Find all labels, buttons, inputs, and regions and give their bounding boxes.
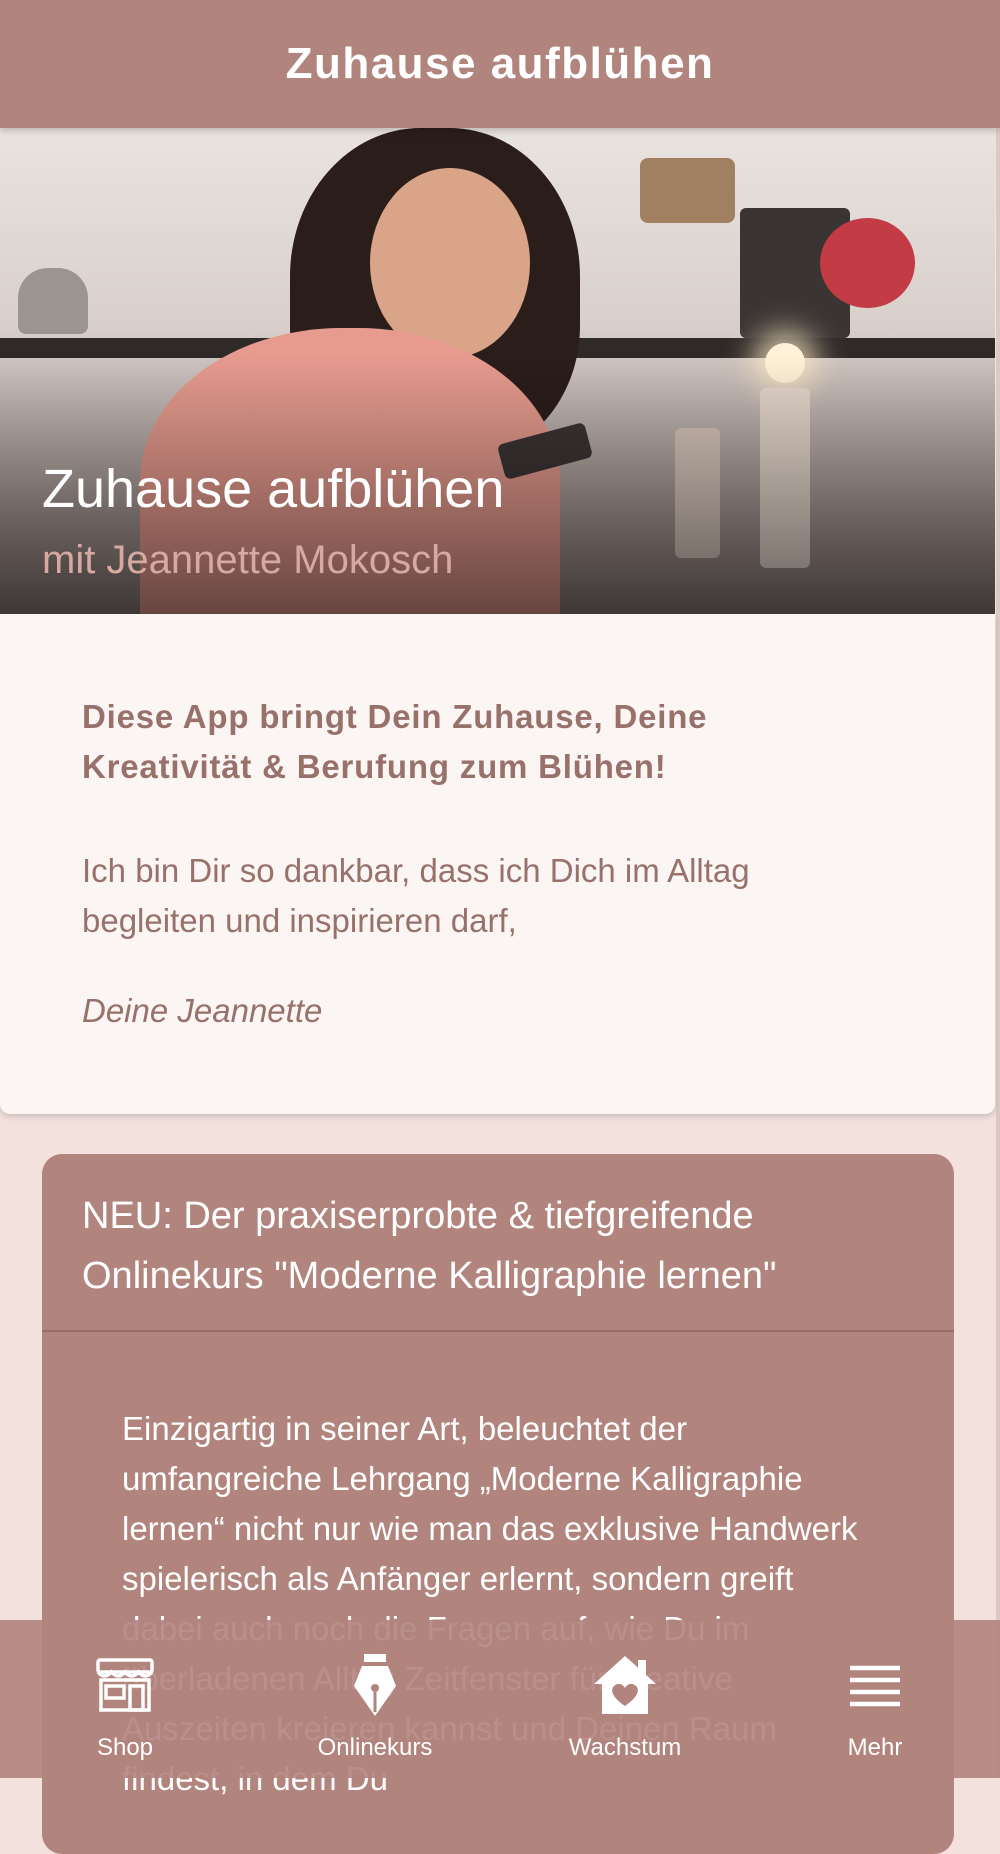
hero-banner[interactable]: Zuhause aufblühen mit Jeannette Mokosch: [0, 128, 995, 614]
intro-signature: Deine Jeannette: [82, 992, 323, 1029]
bottom-tab-bar: Shop Onlinekurs Wachstum Mehr: [0, 1620, 1000, 1778]
app-title: Zuhause aufblühen: [285, 39, 715, 88]
tab-label: Wachstum: [568, 1734, 682, 1761]
tab-wachstum[interactable]: Wachstum: [525, 1620, 725, 1778]
storefront-icon: [96, 1658, 154, 1712]
tab-label: Shop: [96, 1734, 154, 1761]
menu-icon: [850, 1665, 900, 1707]
tab-label: Onlinekurs: [317, 1734, 433, 1761]
kettle: [18, 268, 88, 334]
tab-shop[interactable]: Shop: [25, 1620, 225, 1778]
course-title: NEU: Der praxiserprobte & tiefgreifende …: [82, 1195, 777, 1297]
hero-title: Zuhause aufblühen: [42, 459, 505, 519]
tab-mehr[interactable]: Mehr: [775, 1620, 975, 1778]
wall-basket: [640, 158, 735, 223]
intro-headline: Diese App bringt Dein Zuhause, Deine Kre…: [82, 698, 708, 785]
tab-onlinekurs[interactable]: Onlinekurs: [275, 1620, 475, 1778]
fountain-pen-icon: [354, 1654, 396, 1716]
home-heart-icon: [594, 1656, 656, 1714]
tab-label: Mehr: [847, 1734, 903, 1761]
flowers: [820, 218, 915, 308]
intro-card: Diese App bringt Dein Zuhause, Deine Kre…: [0, 614, 995, 1114]
hero-subtitle: mit Jeannette Mokosch: [42, 538, 454, 582]
app-header: Zuhause aufblühen: [0, 0, 1000, 128]
course-divider: [42, 1330, 954, 1332]
right-edge: [996, 0, 1000, 1778]
intro-body: Ich bin Dir so dankbar, dass ich Dich im…: [82, 852, 750, 939]
